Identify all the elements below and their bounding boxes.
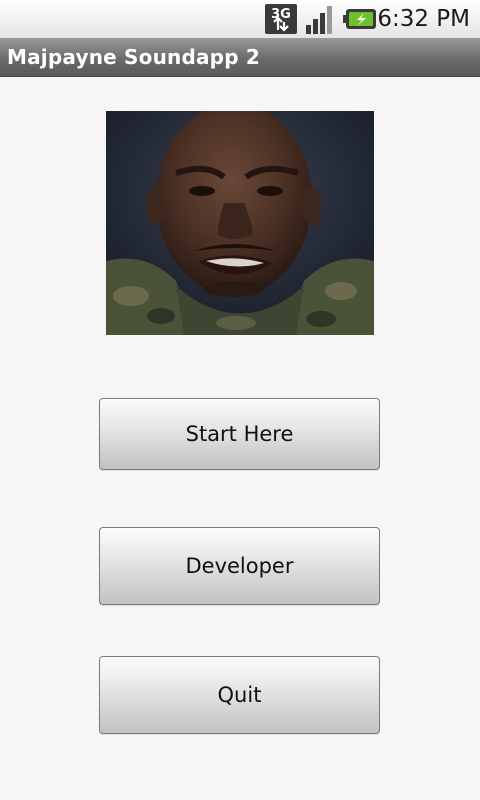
status-time: 6:32 PM [377, 6, 470, 32]
network-3g-icon: 3G [265, 4, 297, 34]
portrait-illustration [106, 111, 374, 335]
developer-button[interactable]: Developer [99, 527, 380, 605]
battery-charging-icon [343, 9, 376, 29]
app-title: Majpayne Soundapp 2 [7, 45, 260, 69]
portrait-photo [106, 111, 374, 335]
quit-button[interactable]: Quit [99, 656, 380, 734]
signal-strength-icon [306, 6, 332, 34]
status-bar: 3G 6:32 PM [0, 0, 480, 39]
app-title-bar: Majpayne Soundapp 2 [0, 38, 480, 77]
start-here-button[interactable]: Start Here [99, 398, 380, 470]
